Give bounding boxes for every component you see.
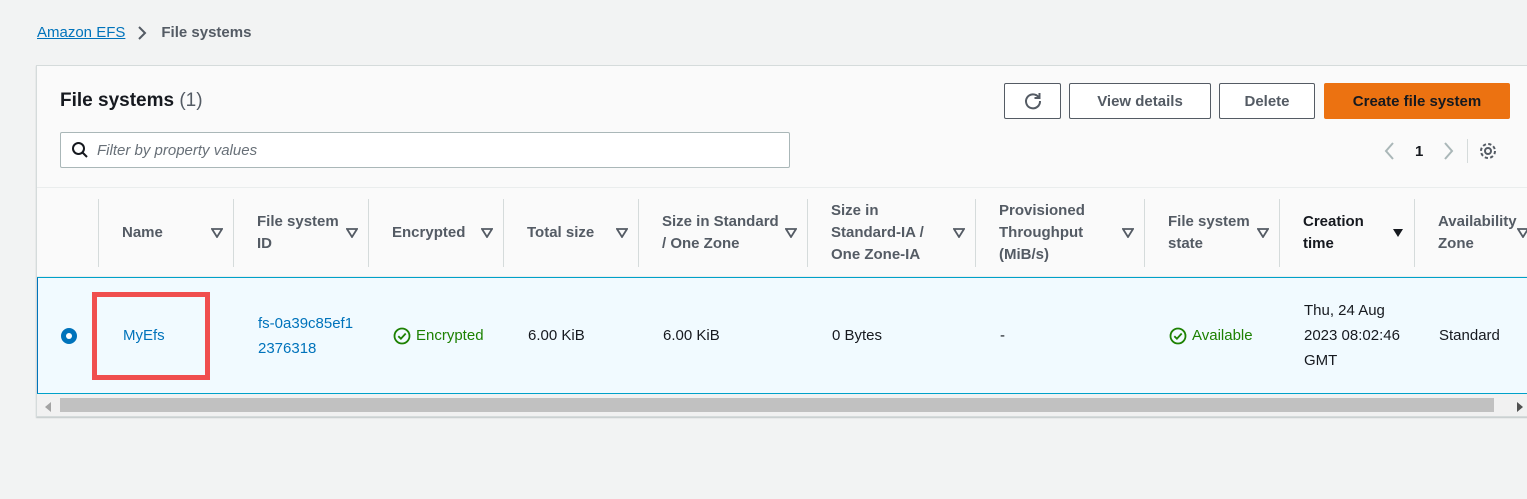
sort-caret-icon: [1516, 228, 1527, 238]
create-file-system-button[interactable]: Create file system: [1324, 83, 1510, 119]
refresh-icon: [1023, 91, 1043, 111]
scrollbar-thumb[interactable]: [60, 398, 1494, 412]
sort-caret-icon: [1256, 228, 1270, 238]
file-system-id-link[interactable]: fs-0a39c85ef12376318: [258, 311, 358, 361]
total-size-value: 6.00 KiB: [528, 327, 585, 344]
sort-caret-icon: [210, 228, 224, 238]
breadcrumb-current: File systems: [161, 24, 252, 41]
pagination: 1: [1377, 138, 1498, 164]
sort-caret-icon: [480, 228, 494, 238]
encrypted-text: Encrypted: [416, 327, 484, 344]
breadcrumb: Amazon EFS File systems: [37, 24, 251, 41]
scroll-left-icon[interactable]: [45, 399, 53, 417]
file-system-state-status: Available: [1169, 323, 1253, 348]
chevron-right-icon: [137, 25, 147, 41]
filter-input[interactable]: [97, 141, 789, 159]
sort-caret-icon: [784, 228, 798, 238]
row-select-radio[interactable]: [61, 328, 77, 344]
previous-page-icon[interactable]: [1377, 141, 1401, 161]
refresh-button[interactable]: [1004, 83, 1061, 119]
next-page-icon[interactable]: [1437, 141, 1461, 161]
current-page[interactable]: 1: [1415, 143, 1423, 160]
column-header-creation-time[interactable]: Creation time: [1280, 199, 1415, 267]
sort-caret-icon: [615, 228, 629, 238]
gear-icon[interactable]: [1478, 141, 1498, 161]
state-text: Available: [1192, 327, 1253, 344]
column-header-provisioned-throughput[interactable]: Provisioned Throughput (MiB/s): [976, 199, 1145, 267]
title-text: File systems: [60, 90, 175, 111]
table-header-area: File systems (1) View details Delete Cre…: [37, 66, 1527, 187]
check-circle-icon: [393, 327, 411, 345]
scroll-right-icon[interactable]: [1517, 399, 1525, 417]
table-row[interactable]: MyEfs fs-0a39c85ef12376318 Encrypted 6.0…: [37, 277, 1527, 394]
pager-divider: [1467, 139, 1469, 163]
column-header-size-ia[interactable]: Size in Standard-IA / One Zone-IA: [808, 199, 976, 267]
sort-caret-icon: [345, 228, 359, 238]
breadcrumb-amazon-efs-link[interactable]: Amazon EFS: [37, 24, 125, 41]
search-icon: [71, 141, 89, 159]
column-header-file-system-state[interactable]: File system state: [1145, 199, 1280, 267]
column-header-file-system-id[interactable]: File system ID: [234, 199, 369, 267]
file-system-name-link[interactable]: MyEfs: [123, 323, 165, 348]
file-systems-table-panel: File systems (1) View details Delete Cre…: [36, 65, 1527, 417]
delete-button[interactable]: Delete: [1219, 83, 1315, 119]
creation-time-value: Thu, 24 Aug 2023 08:02:46 GMT: [1304, 302, 1400, 369]
column-header-availability-zone[interactable]: Availability Zone: [1415, 199, 1527, 267]
filter-box: [60, 132, 790, 168]
view-details-button[interactable]: View details: [1069, 83, 1211, 119]
column-header-total-size[interactable]: Total size: [504, 199, 639, 267]
table-column-headers: Name File system ID Encrypted Total size…: [37, 187, 1527, 277]
column-header-name[interactable]: Name: [99, 199, 234, 267]
column-header-encrypted[interactable]: Encrypted: [369, 199, 504, 267]
size-standard-value: 6.00 KiB: [663, 327, 720, 344]
sort-caret-icon: [1121, 228, 1135, 238]
throughput-value: -: [1000, 327, 1005, 344]
horizontal-scrollbar[interactable]: [37, 394, 1527, 416]
sort-caret-icon: [952, 228, 966, 238]
sort-descending-icon: [1391, 228, 1405, 238]
availability-zone-value: Standard: [1439, 327, 1500, 344]
encrypted-status: Encrypted: [393, 323, 486, 348]
title-count: (1): [179, 90, 203, 111]
check-circle-icon: [1169, 327, 1187, 345]
page-title: File systems (1): [60, 90, 203, 112]
size-ia-value: 0 Bytes: [832, 327, 883, 344]
column-header-size-standard[interactable]: Size in Standard / One Zone: [639, 199, 808, 267]
select-column-header: [37, 199, 99, 267]
